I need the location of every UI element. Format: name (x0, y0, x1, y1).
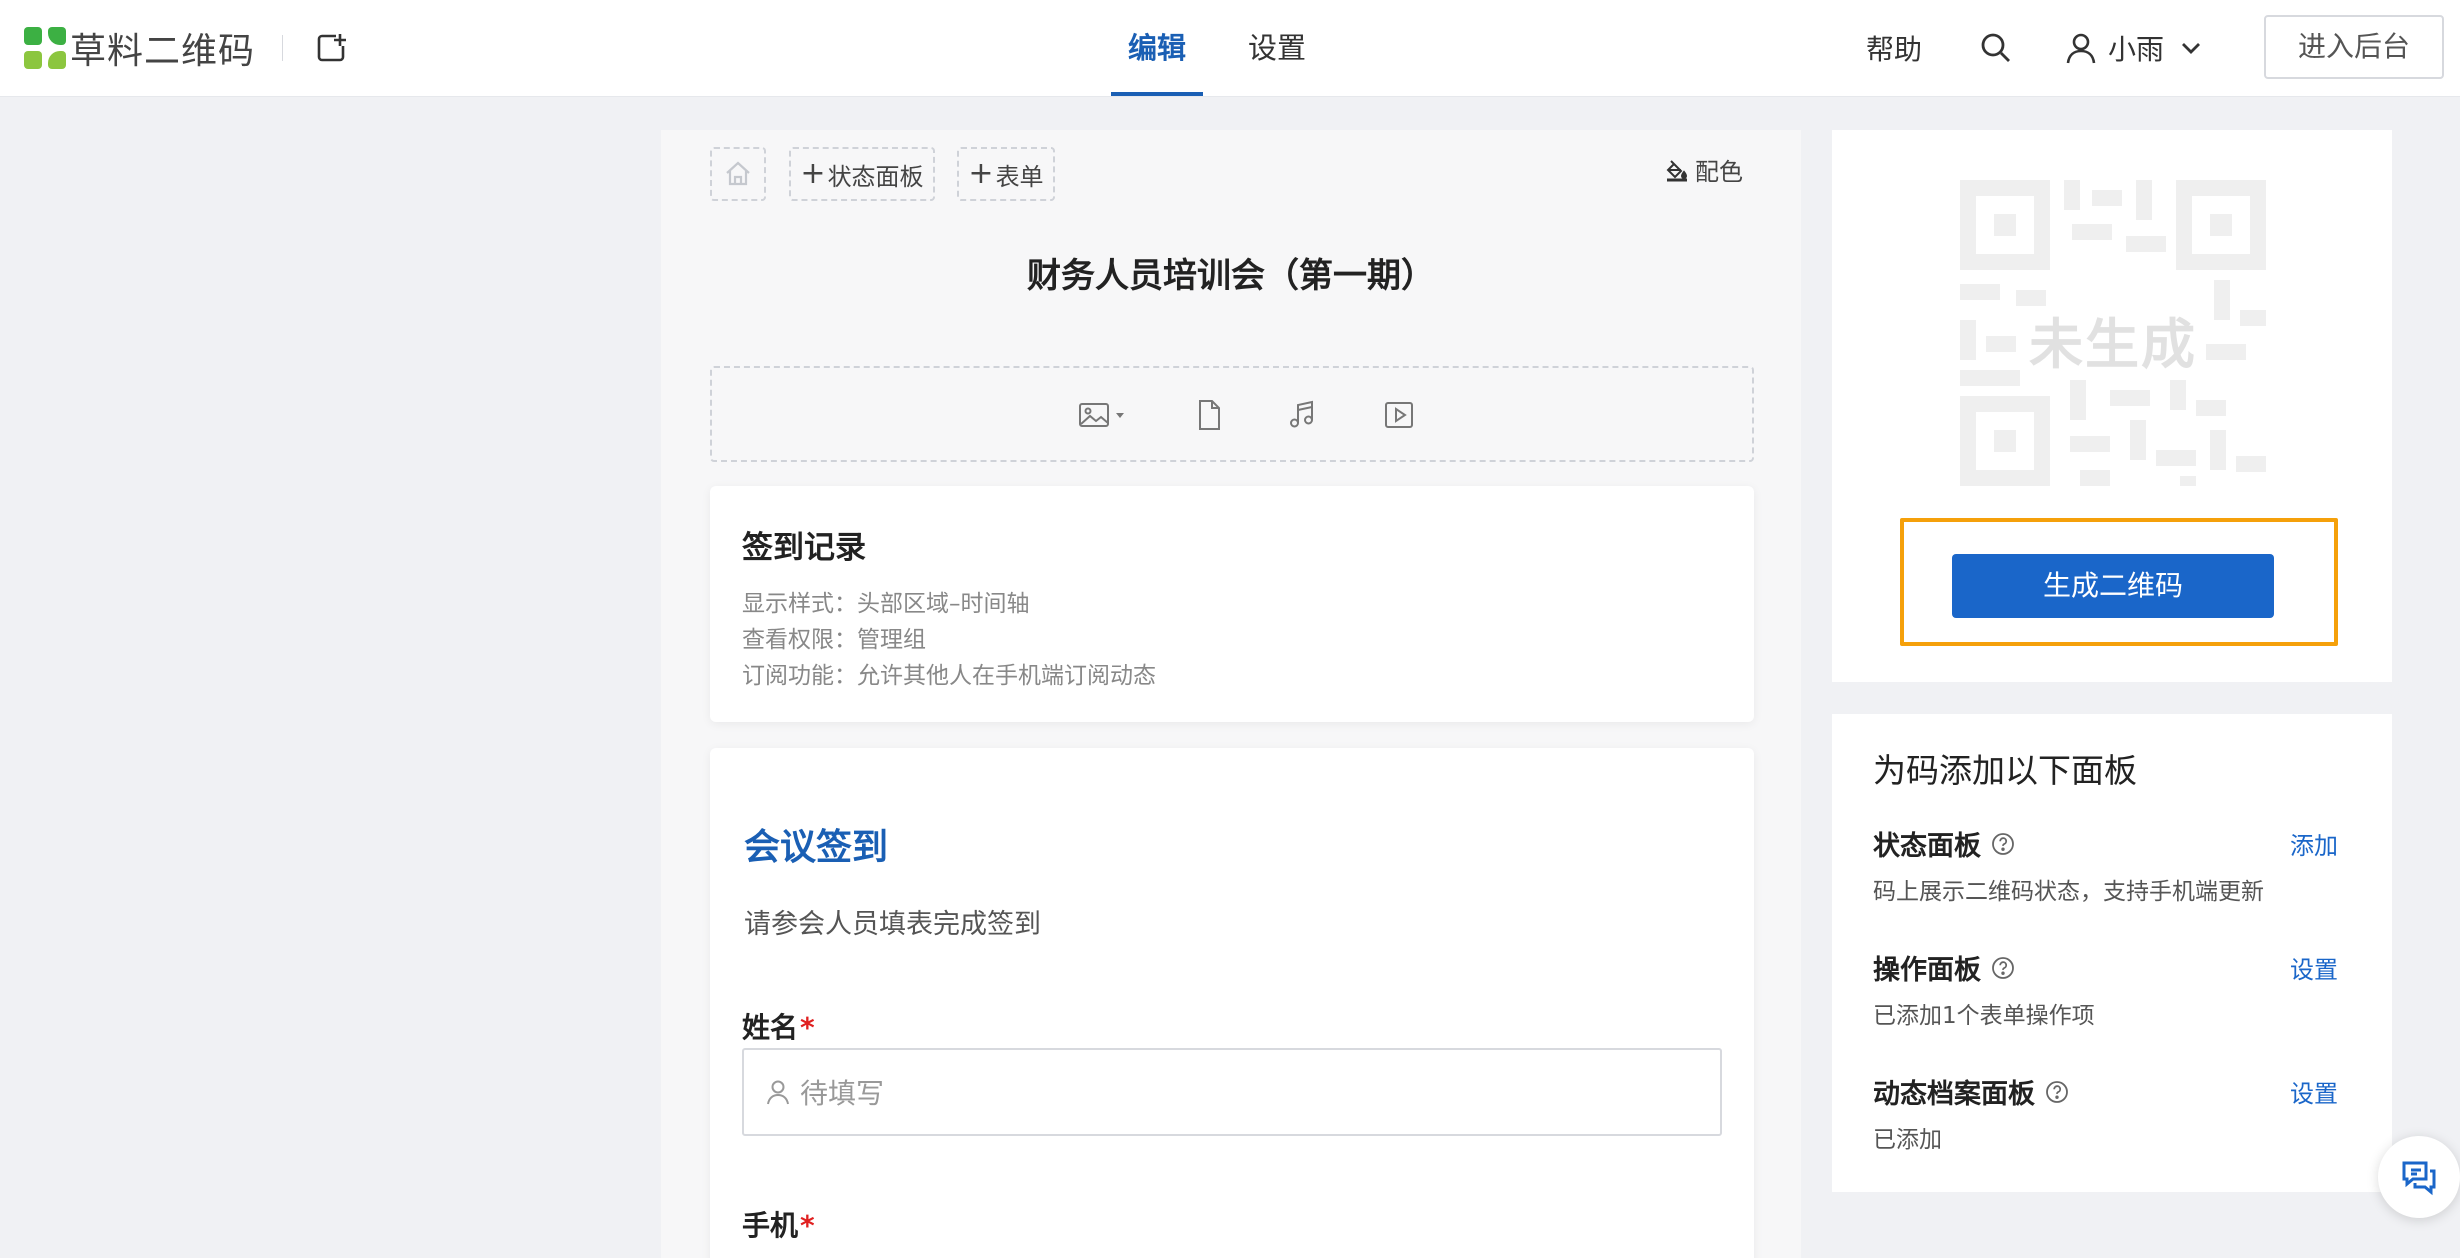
search-icon[interactable] (1978, 30, 2014, 66)
media-insert-bar (710, 366, 1754, 462)
user-menu[interactable]: 小雨 (2064, 24, 2204, 72)
help-circle-icon[interactable] (1991, 956, 2015, 980)
phone-field-label: 手机* (742, 1204, 815, 1244)
form-title: 会议签到 (744, 827, 889, 868)
add-form-label: 表单 (995, 162, 1044, 191)
add-form-button[interactable]: + 表单 (957, 147, 1055, 201)
name-label-text: 姓名 (742, 1011, 799, 1044)
code-title[interactable]: 财务人员培训会（第一期） (661, 248, 1801, 297)
video-icon[interactable] (1382, 398, 1416, 432)
new-code-icon[interactable] (314, 30, 350, 66)
music-icon[interactable] (1286, 398, 1320, 432)
name-placeholder: 待填写 (800, 1077, 885, 1110)
status-panel-title: 状态面板 (1873, 824, 2015, 863)
user-name: 小雨 (2108, 33, 2165, 66)
qr-status-text: 未生成 (2029, 313, 2197, 376)
enter-backend-button[interactable]: 进入后台 (2264, 15, 2444, 79)
brand-name: 草料二维码 (70, 31, 256, 72)
view-permission-line: 查看权限：管理组 (742, 627, 926, 653)
action-panel-settings-link[interactable]: 设置 (2290, 950, 2338, 985)
dynamic-archive-settings-link[interactable]: 设置 (2290, 1074, 2338, 1109)
add-status-panel-button[interactable]: + 状态面板 (789, 147, 935, 201)
header-divider (282, 35, 283, 61)
palette-label: 配色 (1695, 158, 1743, 186)
required-mark: * (800, 1011, 815, 1044)
plus-icon: + (800, 156, 826, 191)
chat-support-button[interactable] (2378, 1136, 2460, 1218)
file-icon[interactable] (1192, 398, 1226, 432)
required-mark: * (800, 1209, 815, 1242)
status-panel-add-link[interactable]: 添加 (2290, 826, 2338, 861)
qr-preview-card: 未生成 生成二维码 (1832, 130, 2392, 682)
palette-button[interactable]: 配色 (1665, 152, 1743, 187)
name-field-label: 姓名* (742, 1006, 815, 1046)
tab-settings[interactable]: 设置 (1248, 0, 1306, 96)
code-editor-area: + 状态面板 + 表单 配色 财务人员培训会（第一期） 签到记录 显示样式：头部… (661, 130, 1801, 1258)
status-panel-title-text: 状态面板 (1873, 831, 1981, 862)
user-icon (767, 1080, 789, 1105)
action-panel-desc: 已添加1个表单操作项 (1873, 1003, 2095, 1029)
home-icon (726, 161, 750, 186)
help-circle-icon[interactable] (1991, 832, 2015, 856)
display-style-line: 显示样式：头部区域–时间轴 (742, 591, 1030, 617)
help-circle-icon[interactable] (2045, 1080, 2069, 1104)
logo-mark-icon (24, 27, 66, 69)
paint-bucket-icon (1666, 159, 1688, 181)
image-icon[interactable] (1078, 398, 1128, 432)
dynamic-archive-panel-desc: 已添加 (1873, 1127, 1942, 1153)
signin-record-title: 签到记录 (742, 530, 866, 566)
help-link[interactable]: 帮助 (1866, 28, 1922, 68)
meeting-signin-form[interactable]: 会议签到 请参会人员填表完成签到 姓名* 待填写 手机* (710, 748, 1754, 1258)
chat-icon (2402, 1161, 2436, 1196)
dynamic-archive-panel-title-text: 动态档案面板 (1873, 1079, 2035, 1110)
dynamic-archive-panel-title: 动态档案面板 (1873, 1072, 2069, 1111)
plus-icon: + (968, 156, 994, 191)
add-status-panel-label: 状态面板 (827, 162, 924, 191)
signin-record-card[interactable]: 签到记录 显示样式：头部区域–时间轴 查看权限：管理组 订阅功能：允许其他人在手… (710, 486, 1754, 722)
brand-logo[interactable]: 草料二维码 (24, 26, 255, 72)
chevron-down-icon (2182, 43, 2201, 54)
form-description: 请参会人员填表完成签到 (744, 909, 1041, 940)
top-nav-bar: 草料二维码 编辑 设置 帮助 小雨 进入后台 (0, 0, 2460, 97)
user-icon (2066, 33, 2096, 64)
phone-label-text: 手机 (742, 1209, 799, 1242)
action-panel-title-text: 操作面板 (1873, 955, 1981, 986)
add-panels-card: 为码添加以下面板 状态面板 添加 码上展示二维码状态，支持手机端更新 操作面板 … (1832, 714, 2392, 1192)
generate-qr-button[interactable]: 生成二维码 (1952, 554, 2274, 618)
name-input[interactable]: 待填写 (742, 1048, 1722, 1136)
status-panel-desc: 码上展示二维码状态，支持手机端更新 (1873, 879, 2264, 905)
action-panel-title: 操作面板 (1873, 948, 2015, 987)
home-button[interactable] (710, 147, 766, 201)
subscription-line: 订阅功能：允许其他人在手机端订阅动态 (742, 663, 1156, 689)
tab-edit[interactable]: 编辑 (1110, 0, 1204, 96)
panels-heading: 为码添加以下面板 (1873, 751, 2137, 790)
